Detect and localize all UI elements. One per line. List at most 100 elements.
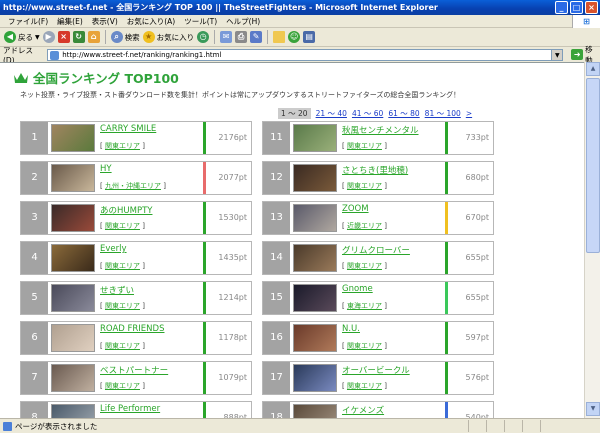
area-link[interactable]: 関東エリア xyxy=(347,382,382,390)
artist-name-link[interactable]: せきずい xyxy=(100,284,134,296)
menu-help[interactable]: ヘルプ(H) xyxy=(226,16,260,27)
artist-name-link[interactable]: イケメンズ xyxy=(342,404,384,416)
artist-photo[interactable] xyxy=(51,284,95,312)
rank-number: 1 xyxy=(21,122,48,154)
rank-number: 14 xyxy=(263,242,290,274)
area-label: [ 関東エリア ] xyxy=(342,262,387,270)
vertical-scrollbar[interactable]: ▲ ▼ xyxy=(584,62,600,418)
search-label: 検索 xyxy=(124,32,140,42)
artist-name-link[interactable]: グリムクローバー xyxy=(342,244,410,256)
area-link[interactable]: 関東エリア xyxy=(105,222,140,230)
artist-photo[interactable] xyxy=(51,404,95,418)
area-link[interactable]: 近畿エリア xyxy=(347,222,382,230)
toolbar: ◀ 戻る ▼ ▶ × ↻ ⌂ ⌕ 検索 ★ お気に入り ◷ ✉ ⎙ ✎ ☺ ▤ xyxy=(0,28,600,47)
artist-photo[interactable] xyxy=(51,324,95,352)
artist-name-link[interactable]: さとちき(里地穂) xyxy=(342,164,408,176)
artist-photo[interactable] xyxy=(293,204,337,232)
area-link[interactable]: 関東エリア xyxy=(105,142,140,150)
window-title: http://www.street-f.net - 全国ランキング TOP 10… xyxy=(3,3,438,12)
search-button[interactable]: ⌕ 検索 xyxy=(110,30,140,45)
close-button[interactable]: × xyxy=(585,1,598,14)
pager-link-81-100[interactable]: 81 〜 100 xyxy=(425,108,461,119)
points-value: 1178pt xyxy=(218,333,247,342)
address-dropdown-button[interactable]: ▼ xyxy=(551,48,564,61)
artist-photo[interactable] xyxy=(51,124,95,152)
artist-name-link[interactable]: Gnome xyxy=(342,284,373,294)
artist-photo[interactable] xyxy=(293,404,337,418)
area-link[interactable]: 関東エリア xyxy=(347,182,382,190)
pager-link-41-60[interactable]: 41 〜 60 xyxy=(352,108,383,119)
artist-name-link[interactable]: HY xyxy=(100,164,112,174)
messenger-button[interactable]: ☺ xyxy=(288,30,301,45)
home-button[interactable]: ⌂ xyxy=(87,30,100,45)
rank-color-bar xyxy=(445,202,448,234)
artist-name-link[interactable]: ROAD FRIENDS xyxy=(100,324,164,334)
artist-photo[interactable] xyxy=(293,244,337,272)
points-value: 733pt xyxy=(465,133,489,142)
favorites-button[interactable]: ★ お気に入り xyxy=(142,30,194,45)
pager-next-link[interactable]: > xyxy=(466,109,472,118)
area-link[interactable]: 九州・沖縄エリア xyxy=(105,182,161,190)
artist-name-link[interactable]: N.U. xyxy=(342,324,360,334)
artist-name-link[interactable]: Life Performer xyxy=(100,404,160,414)
artist-photo[interactable] xyxy=(51,164,95,192)
artist-photo[interactable] xyxy=(51,364,95,392)
area-link[interactable]: 関東エリア xyxy=(105,262,140,270)
pager-link-61-80[interactable]: 61 〜 80 xyxy=(388,108,419,119)
scroll-thumb[interactable] xyxy=(586,78,600,253)
stop-button[interactable]: × xyxy=(57,30,70,45)
edit-button[interactable]: ✎ xyxy=(250,30,263,45)
maximize-button[interactable]: □ xyxy=(570,1,583,14)
artist-name-link[interactable]: 秋風センチメンタル xyxy=(342,124,419,136)
artist-photo[interactable] xyxy=(293,164,337,192)
menu-tools[interactable]: ツール(T) xyxy=(184,16,217,27)
go-arrow-icon: ➜ xyxy=(571,49,584,60)
area-label: [ 関東エリア ] xyxy=(100,382,145,390)
artist-photo[interactable] xyxy=(293,284,337,312)
back-button[interactable]: ◀ 戻る ▼ xyxy=(4,30,40,45)
minimize-button[interactable]: _ xyxy=(555,1,568,14)
artist-name-link[interactable]: CARRY SMILE xyxy=(100,124,156,134)
address-input[interactable]: http://www.street-f.net/ranking/ranking1… xyxy=(47,48,553,61)
scroll-down-button[interactable]: ▼ xyxy=(586,402,600,416)
points-value: 2077pt xyxy=(218,173,247,182)
area-link[interactable]: 関東エリア xyxy=(105,302,140,310)
points-value: 670pt xyxy=(465,213,489,222)
artist-name-link[interactable]: オーバービークル xyxy=(342,364,410,376)
scroll-up-button[interactable]: ▲ xyxy=(586,62,600,76)
area-link[interactable]: 関東エリア xyxy=(347,142,382,150)
toolbar-divider xyxy=(267,30,269,44)
rank-number: 12 xyxy=(263,162,290,194)
artist-name-link[interactable]: あのHUMPTY xyxy=(100,204,152,216)
status-bar: ページが表示されました xyxy=(0,418,600,433)
artist-photo[interactable] xyxy=(51,204,95,232)
area-link[interactable]: 関東エリア xyxy=(105,342,140,350)
print-button[interactable]: ⎙ xyxy=(235,30,248,45)
history-button[interactable]: ◷ xyxy=(197,30,210,45)
mail-button[interactable]: ✉ xyxy=(220,30,233,45)
artist-photo[interactable] xyxy=(51,244,95,272)
artist-name-link[interactable]: ベストパートナー xyxy=(100,364,168,376)
home-icon: ⌂ xyxy=(87,31,100,43)
forward-button[interactable]: ▶ xyxy=(42,30,55,45)
pager-link-21-40[interactable]: 21 〜 40 xyxy=(316,108,347,119)
menu-favorites[interactable]: お気に入り(A) xyxy=(127,16,175,27)
research-button[interactable]: ▤ xyxy=(303,30,316,45)
printer-icon: ⎙ xyxy=(235,31,248,43)
artist-photo[interactable] xyxy=(293,124,337,152)
area-link[interactable]: 東海エリア xyxy=(347,302,382,310)
refresh-button[interactable]: ↻ xyxy=(72,30,85,45)
points-value: 1079pt xyxy=(218,373,247,382)
artist-photo[interactable] xyxy=(293,364,337,392)
menu-view[interactable]: 表示(V) xyxy=(92,16,118,27)
area-link[interactable]: 関東エリア xyxy=(347,342,382,350)
artist-name-link[interactable]: Everly xyxy=(100,244,127,254)
menu-edit[interactable]: 編集(E) xyxy=(57,16,83,27)
artist-name-link[interactable]: ZOOM xyxy=(342,204,369,214)
rank-color-bar xyxy=(445,362,448,394)
folder-button[interactable] xyxy=(273,30,286,45)
area-link[interactable]: 関東エリア xyxy=(347,262,382,270)
area-link[interactable]: 関東エリア xyxy=(105,382,140,390)
artist-photo[interactable] xyxy=(293,324,337,352)
menu-file[interactable]: ファイル(F) xyxy=(8,16,48,27)
